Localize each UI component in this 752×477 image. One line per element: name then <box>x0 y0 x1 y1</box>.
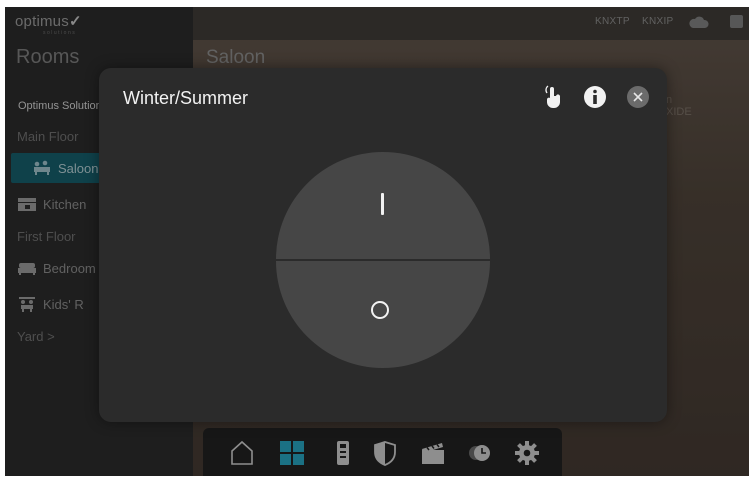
app-frame: Saloon KNXTP KNXIP n XIDE optimus✓ solut… <box>5 7 749 476</box>
switch-on-button[interactable]: I <box>276 152 490 259</box>
close-icon[interactable] <box>626 85 650 109</box>
winter-summer-dialog: Winter/Summer I O <box>99 68 667 422</box>
touch-icon[interactable] <box>541 85 565 109</box>
switch-off-button[interactable]: O <box>276 261 490 368</box>
on-symbol <box>381 193 384 215</box>
dialog-title: Winter/Summer <box>123 88 249 108</box>
off-symbol <box>371 301 389 319</box>
info-icon[interactable] <box>583 85 607 109</box>
